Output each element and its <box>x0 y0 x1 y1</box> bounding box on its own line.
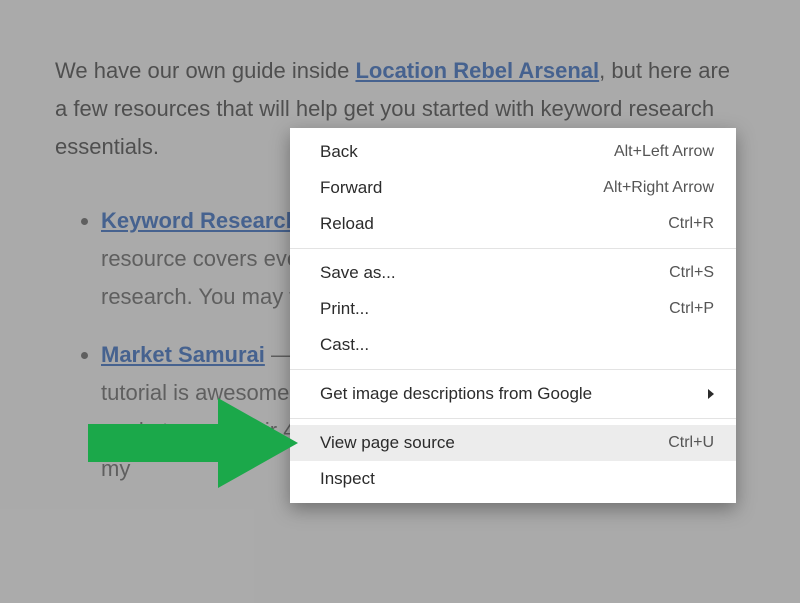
intro-text-1: We have our own guide inside <box>55 58 355 83</box>
ctx-shortcut: Ctrl+R <box>668 215 714 233</box>
ctx-label: View page source <box>320 433 668 453</box>
ctx-label: Print... <box>320 299 669 319</box>
ctx-forward[interactable]: Forward Alt+Right Arrow <box>290 170 736 206</box>
link-location-rebel-arsenal[interactable]: Location Rebel Arsenal <box>355 58 599 83</box>
ctx-separator <box>290 248 736 249</box>
ctx-label: Save as... <box>320 263 669 283</box>
ctx-label: Cast... <box>320 335 714 355</box>
ctx-view-page-source[interactable]: View page source Ctrl+U <box>290 425 736 461</box>
ctx-label: Reload <box>320 214 668 234</box>
ctx-label: Forward <box>320 178 603 198</box>
ctx-inspect[interactable]: Inspect <box>290 461 736 497</box>
ctx-cast[interactable]: Cast... <box>290 327 736 363</box>
ctx-separator <box>290 418 736 419</box>
ctx-print[interactable]: Print... Ctrl+P <box>290 291 736 327</box>
ctx-shortcut: Ctrl+P <box>669 300 714 318</box>
ctx-label: Back <box>320 142 614 162</box>
ctx-shortcut: Alt+Left Arrow <box>614 143 714 161</box>
ctx-shortcut: Ctrl+U <box>668 434 714 452</box>
link-keyword-research[interactable]: Keyword Research <box>101 208 299 233</box>
ctx-shortcut: Alt+Right Arrow <box>603 179 714 197</box>
ctx-image-descriptions[interactable]: Get image descriptions from Google <box>290 376 736 412</box>
ctx-separator <box>290 369 736 370</box>
ctx-shortcut: Ctrl+S <box>669 264 714 282</box>
submenu-arrow-icon <box>708 389 714 399</box>
ctx-label: Inspect <box>320 469 714 489</box>
ctx-back[interactable]: Back Alt+Left Arrow <box>290 134 736 170</box>
ctx-save-as[interactable]: Save as... Ctrl+S <box>290 255 736 291</box>
link-market-samurai[interactable]: Market Samurai <box>101 342 265 367</box>
ctx-label: Get image descriptions from Google <box>320 384 700 404</box>
ctx-reload[interactable]: Reload Ctrl+R <box>290 206 736 242</box>
context-menu: Back Alt+Left Arrow Forward Alt+Right Ar… <box>290 128 736 503</box>
